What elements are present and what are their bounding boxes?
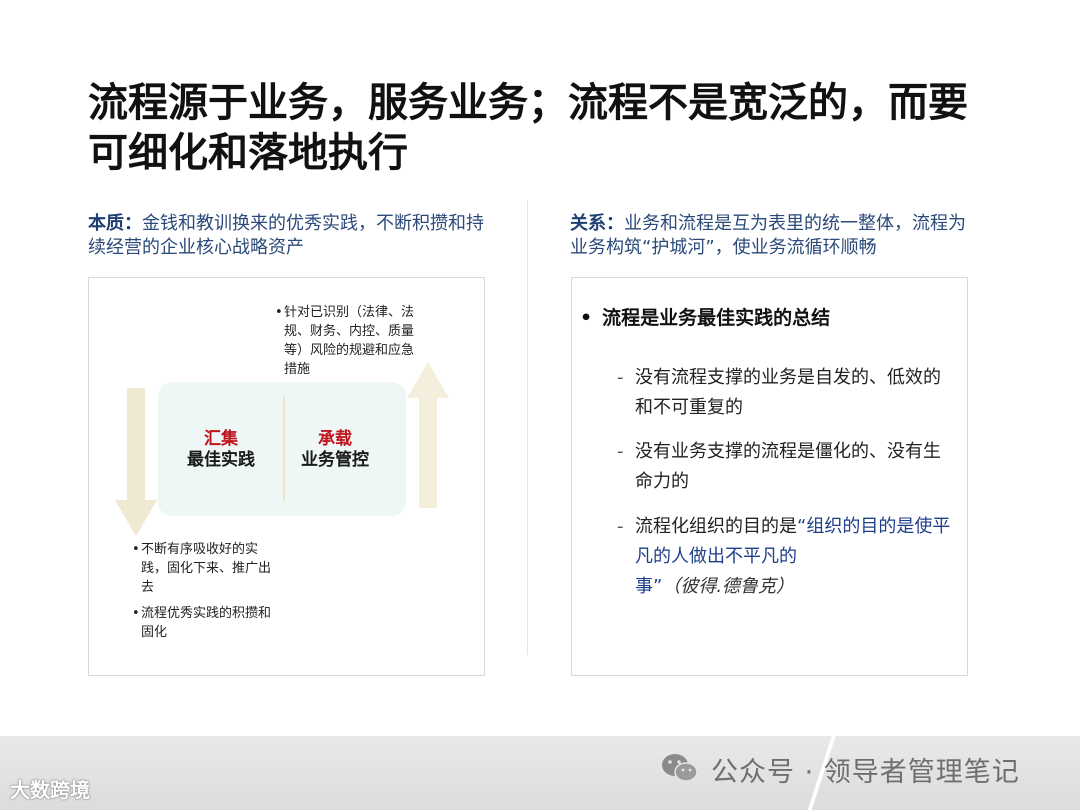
right-heading-text: 流程是业务最佳实践的总结 [602, 307, 831, 329]
brand-logo-icon: 大数跨境 [10, 774, 90, 803]
risk-note: 针对已识别（法律、法规、财务、内控、质量等）风险的规避和应急措施 [275, 303, 425, 379]
essence-subtitle: 本质：金钱和教训换来的优秀实践，不断积攒和持续经营的企业核心战略资产 [88, 212, 488, 260]
bullet-dot: • [580, 307, 593, 329]
card-best-practice: 汇集 最佳实践 [171, 429, 271, 471]
relation-subtitle: 关系：业务和流程是互为表里的统一整体，流程为业务构筑“护城河”，使业务流循环顺畅 [570, 212, 970, 260]
card-right-black: 业务管控 [301, 450, 369, 470]
essence-text: 金钱和教训换来的优秀实践，不断积攒和持续经营的企业核心战略资产 [88, 213, 484, 258]
right-item-3-prefix: 流程化组织的目的是 [635, 516, 797, 537]
watermark-text: 公众号 · 领导者管理笔记 [711, 757, 1020, 788]
relation-text: 业务和流程是互为表里的统一整体，流程为业务构筑“护城河”，使业务流循环顺畅 [570, 213, 966, 258]
right-item-2-text: 没有业务支撑的流程是僵化的、没有生命力的 [635, 441, 941, 492]
arrow-up-icon [407, 362, 449, 508]
right-item-1: - 没有流程支撑的业务是自发的、低效的和不可重复的 [617, 363, 952, 423]
right-item-1-text: 没有流程支撑的业务是自发的、低效的和不可重复的 [635, 367, 941, 418]
practice-note-2: 流程优秀实践的积攒和固化 [132, 604, 282, 642]
card-left-black: 最佳实践 [187, 450, 255, 470]
wechat-icon [662, 754, 698, 782]
card-business-control: 承载 业务管控 [285, 429, 385, 471]
brand-logo-text: 大数跨境 [10, 778, 90, 802]
practice-notes: 不断有序吸收好的实践，固化下来、推广出去 流程优秀实践的积攒和固化 [132, 540, 282, 642]
column-divider [527, 200, 528, 655]
card-left-red: 汇集 [204, 429, 238, 449]
right-heading: • 流程是业务最佳实践的总结 [580, 305, 830, 331]
card-right-red: 承载 [318, 429, 352, 449]
practice-note-1: 不断有序吸收好的实践，固化下来、推广出去 [132, 540, 282, 597]
risk-note-text: 针对已识别（法律、法规、财务、内控、质量等）风险的规避和应急措施 [275, 303, 425, 379]
right-item-2: - 没有业务支撑的流程是僵化的、没有生命力的 [617, 437, 952, 497]
relation-label: 关系： [570, 213, 624, 234]
arrow-down-icon [115, 388, 157, 536]
drucker-citation: （彼得.德鲁克） [662, 576, 795, 597]
essence-label: 本质： [88, 213, 142, 234]
right-item-3: - 流程化组织的目的是“组织的目的是使平凡的人做出不平凡的事”（彼得.德鲁克） [617, 516, 951, 597]
page-title: 流程源于业务，服务业务；流程不是宽泛的，而要可细化和落地执行 [88, 80, 968, 176]
